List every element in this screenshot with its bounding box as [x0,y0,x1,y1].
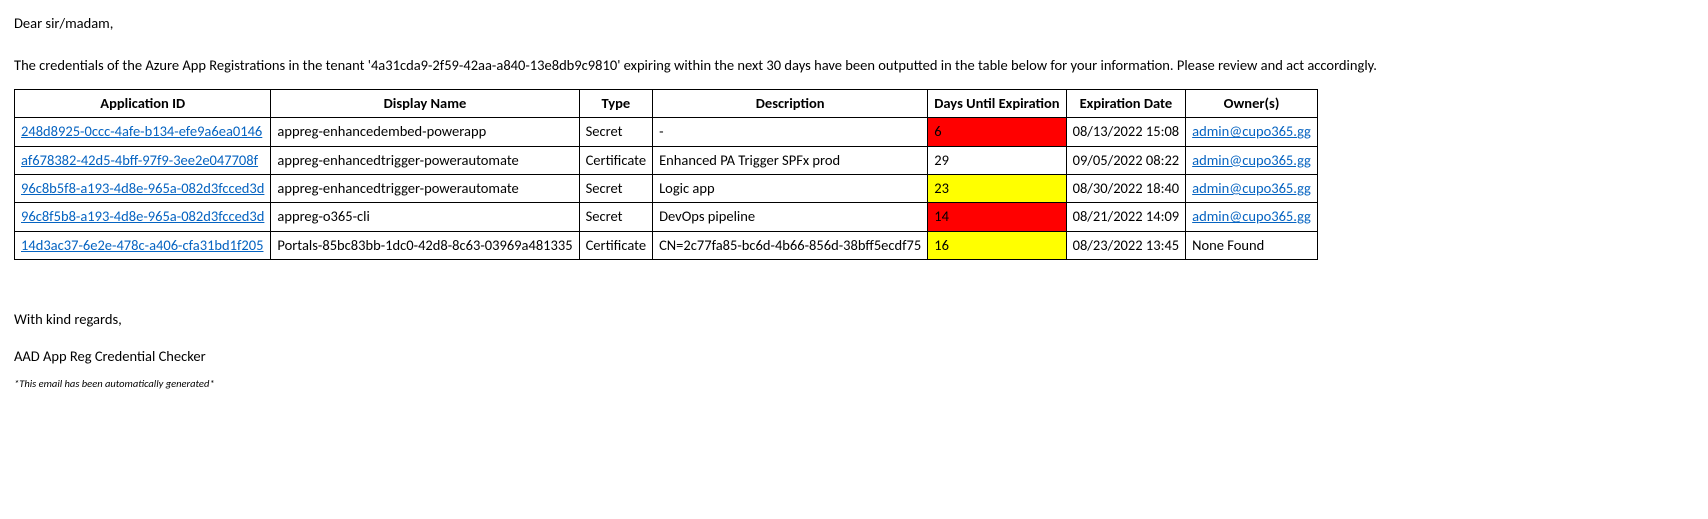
cell-type: Secret [579,118,653,146]
owner-link[interactable]: admin@cupo365.gg [1192,151,1311,169]
cell-application-id: 14d3ac37-6e2e-478c-a406-cfa31bd1f205 [15,231,271,259]
application-id-link[interactable]: 248d8925-0ccc-4afe-b134-efe9a6ea0146 [21,122,262,140]
credentials-table: Application ID Display Name Type Descrip… [14,89,1318,260]
cell-display-name: appreg-enhancedtrigger-powerautomate [271,175,579,203]
cell-days-until-expiration: 6 [928,118,1066,146]
col-days-until-expiration: Days Until Expiration [928,90,1066,118]
intro-suffix: ' expiring within the next 30 days have … [617,56,1377,74]
table-row: 96c8f5b8-a193-4d8e-965a-082d3fcced3d appr… [15,203,1318,231]
cell-description: CN=2c77fa85-bc6d-4b66-856d-38bff5ecdf75 [653,231,928,259]
cell-application-id: af678382-42d5-4bff-97f9-3ee2e047708f [15,146,271,174]
cell-display-name: appreg-enhancedembed-powerapp [271,118,579,146]
cell-expiration-date: 09/05/2022 08:22 [1066,146,1186,174]
cell-application-id: 96c8f5b8-a193-4d8e-965a-082d3fcced3d [15,203,271,231]
signature-line: AAD App Reg Credential Checker [14,347,1694,367]
cell-description: DevOps pipeline [653,203,928,231]
table-row: 248d8925-0ccc-4afe-b134-efe9a6ea0146 appr… [15,118,1318,146]
intro-prefix: The credentials of the Azure App Registr… [14,56,371,74]
cell-owners: None Found [1186,231,1318,259]
col-application-id: Application ID [15,90,271,118]
cell-display-name: appreg-enhancedtrigger-powerautomate [271,146,579,174]
application-id-link[interactable]: af678382-42d5-4bff-97f9-3ee2e047708f [21,151,258,169]
application-id-link[interactable]: 96c8f5b8-a193-4d8e-965a-082d3fcced3d [21,207,264,225]
cell-display-name: appreg-o365-cli [271,203,579,231]
cell-days-until-expiration: 16 [928,231,1066,259]
cell-type: Certificate [579,231,653,259]
cell-display-name: Portals-85bc83bb-1dc0-42d8-8c63-03969a48… [271,231,579,259]
col-expiration-date: Expiration Date [1066,90,1186,118]
cell-owners: admin@cupo365.gg [1186,146,1318,174]
application-id-link[interactable]: 96c8b5f8-a193-4d8e-965a-082d3fcced3d [21,179,264,197]
cell-type: Certificate [579,146,653,174]
table-row: 96c8b5f8-a193-4d8e-965a-082d3fcced3d appr… [15,175,1318,203]
cell-expiration-date: 08/23/2022 13:45 [1066,231,1186,259]
cell-days-until-expiration: 23 [928,175,1066,203]
cell-application-id: 96c8b5f8-a193-4d8e-965a-082d3fcced3d [15,175,271,203]
cell-type: Secret [579,175,653,203]
cell-days-until-expiration: 14 [928,203,1066,231]
table-row: af678382-42d5-4bff-97f9-3ee2e047708f appr… [15,146,1318,174]
footnote: *This email has been automatically gener… [14,377,1694,391]
owner-link[interactable]: admin@cupo365.gg [1192,179,1311,197]
col-display-name: Display Name [271,90,579,118]
cell-expiration-date: 08/13/2022 15:08 [1066,118,1186,146]
cell-expiration-date: 08/21/2022 14:09 [1066,203,1186,231]
intro-paragraph: The credentials of the Azure App Registr… [14,56,1694,76]
table-header-row: Application ID Display Name Type Descrip… [15,90,1318,118]
cell-owners: admin@cupo365.gg [1186,118,1318,146]
col-owners: Owner(s) [1186,90,1318,118]
cell-description: Enhanced PA Trigger SPFx prod [653,146,928,174]
cell-type: Secret [579,203,653,231]
cell-description: - [653,118,928,146]
cell-description: Logic app [653,175,928,203]
table-row: 14d3ac37-6e2e-478c-a406-cfa31bd1f205 Port… [15,231,1318,259]
salutation: Dear sir/madam, [14,14,1694,34]
col-type: Type [579,90,653,118]
tenant-id: 4a31cda9-2f59-42aa-a840-13e8db9c9810 [371,56,617,74]
cell-owners: admin@cupo365.gg [1186,203,1318,231]
regards-line: With kind regards, [14,310,1694,330]
owner-link[interactable]: admin@cupo365.gg [1192,207,1311,225]
cell-owners: admin@cupo365.gg [1186,175,1318,203]
owner-link[interactable]: admin@cupo365.gg [1192,122,1311,140]
cell-expiration-date: 08/30/2022 18:40 [1066,175,1186,203]
cell-application-id: 248d8925-0ccc-4afe-b134-efe9a6ea0146 [15,118,271,146]
col-description: Description [653,90,928,118]
application-id-link[interactable]: 14d3ac37-6e2e-478c-a406-cfa31bd1f205 [21,236,263,254]
cell-days-until-expiration: 29 [928,146,1066,174]
